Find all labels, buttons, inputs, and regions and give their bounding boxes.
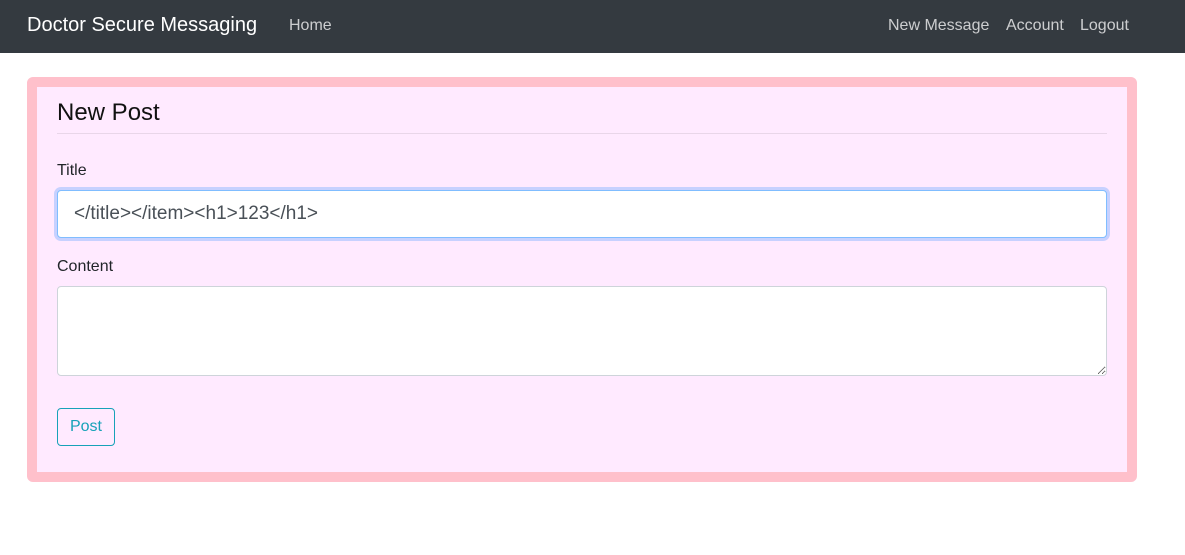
navbar: Doctor Secure Messaging Home New Message…: [0, 0, 1185, 53]
nav-home-link[interactable]: Home: [289, 16, 332, 35]
content-label: Content: [57, 258, 114, 275]
post-button[interactable]: Post: [57, 408, 115, 446]
nav-logout-link[interactable]: Logout: [1080, 16, 1129, 35]
title-label: Title: [57, 162, 87, 179]
new-post-panel: New Post Title Content Post: [27, 77, 1137, 482]
nav-new-message-link[interactable]: New Message: [888, 16, 989, 35]
form-legend: New Post: [57, 100, 1107, 134]
title-input[interactable]: [57, 190, 1107, 238]
brand-link[interactable]: Doctor Secure Messaging: [27, 13, 257, 37]
content-textarea[interactable]: [57, 286, 1107, 376]
nav-account-link[interactable]: Account: [1006, 16, 1064, 35]
